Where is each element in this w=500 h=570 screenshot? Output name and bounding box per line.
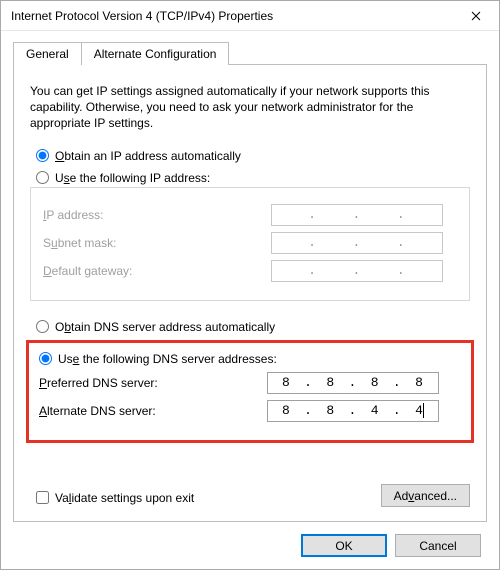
close-button[interactable] [453, 1, 499, 31]
alt-oct3: 4 [364, 403, 386, 418]
alternate-dns-row: Alternate DNS server: 8. 8. 4. 4 [39, 400, 461, 422]
dns-highlight: Use the following DNS server addresses: … [26, 340, 474, 443]
text-caret [423, 403, 424, 418]
window-title: Internet Protocol Version 4 (TCP/IPv4) P… [11, 9, 453, 23]
radio-use-ip-label: Use the following IP address: [55, 171, 210, 185]
alt-oct4: 4 [409, 403, 431, 418]
cancel-button-label: Cancel [419, 539, 456, 553]
radio-use-dns[interactable] [39, 352, 52, 365]
ip-auto-row[interactable]: Obtain an IP address automatically [36, 149, 470, 163]
ip-manual-row[interactable]: Use the following IP address: [36, 171, 470, 185]
dialog-footer: OK Cancel [13, 522, 487, 557]
alternate-dns-label: Alternate DNS server: [39, 404, 259, 418]
subnet-row: Subnet mask: ... [43, 232, 457, 254]
tab-panel-general: You can get IP settings assigned automat… [13, 64, 487, 522]
tab-general[interactable]: General [13, 42, 82, 65]
pref-oct4: 8 [409, 375, 431, 390]
validate-row[interactable]: Validate settings upon exit [36, 491, 194, 505]
dns-auto-row[interactable]: Obtain DNS server address automatically [36, 320, 470, 334]
tab-alternate-label: Alternate Configuration [94, 47, 217, 61]
panel-bottom-row: Validate settings upon exit Advanced... [30, 484, 470, 507]
intro-text: You can get IP settings assigned automat… [30, 83, 470, 132]
gateway-label: Default gateway: [43, 264, 263, 278]
subnet-label: Subnet mask: [43, 236, 263, 250]
ip-address-row: IP address: ... [43, 204, 457, 226]
preferred-dns-input[interactable]: 8. 8. 8. 8 [267, 372, 439, 394]
radio-obtain-dns-auto[interactable] [36, 320, 49, 333]
tab-strip: General Alternate Configuration [13, 41, 487, 64]
close-icon [471, 11, 481, 21]
dns-manual-row[interactable]: Use the following DNS server addresses: [39, 352, 461, 366]
tab-alternate[interactable]: Alternate Configuration [81, 42, 230, 65]
ip-groupbox: IP address: ... Subnet mask: ... Default… [30, 187, 470, 301]
pref-oct3: 8 [364, 375, 386, 390]
alt-oct1: 8 [275, 403, 297, 418]
subnet-input[interactable]: ... [271, 232, 443, 254]
validate-label: Validate settings upon exit [55, 491, 194, 505]
ok-button[interactable]: OK [301, 534, 387, 557]
ok-button-label: OK [335, 539, 352, 553]
titlebar: Internet Protocol Version 4 (TCP/IPv4) P… [1, 1, 499, 31]
validate-checkbox[interactable] [36, 491, 49, 504]
ip-address-input[interactable]: ... [271, 204, 443, 226]
cancel-button[interactable]: Cancel [395, 534, 481, 557]
gateway-input[interactable]: ... [271, 260, 443, 282]
preferred-dns-row: Preferred DNS server: 8. 8. 8. 8 [39, 372, 461, 394]
alt-oct2: 8 [320, 403, 342, 418]
radio-use-ip[interactable] [36, 171, 49, 184]
radio-obtain-dns-auto-label: Obtain DNS server address automatically [55, 320, 275, 334]
advanced-button-label: Advanced... [394, 489, 457, 503]
radio-use-dns-label: Use the following DNS server addresses: [58, 352, 277, 366]
preferred-dns-label: Preferred DNS server: [39, 376, 259, 390]
pref-oct1: 8 [275, 375, 297, 390]
client-area: General Alternate Configuration You can … [1, 31, 499, 569]
alternate-dns-input[interactable]: 8. 8. 4. 4 [267, 400, 439, 422]
radio-obtain-ip-auto[interactable] [36, 149, 49, 162]
advanced-button[interactable]: Advanced... [381, 484, 470, 507]
gateway-row: Default gateway: ... [43, 260, 457, 282]
ip-address-label: IP address: [43, 208, 263, 222]
pref-oct2: 8 [320, 375, 342, 390]
dialog-window: Internet Protocol Version 4 (TCP/IPv4) P… [0, 0, 500, 570]
radio-obtain-ip-auto-label: Obtain an IP address automatically [55, 149, 241, 163]
tab-general-label: General [26, 47, 69, 61]
